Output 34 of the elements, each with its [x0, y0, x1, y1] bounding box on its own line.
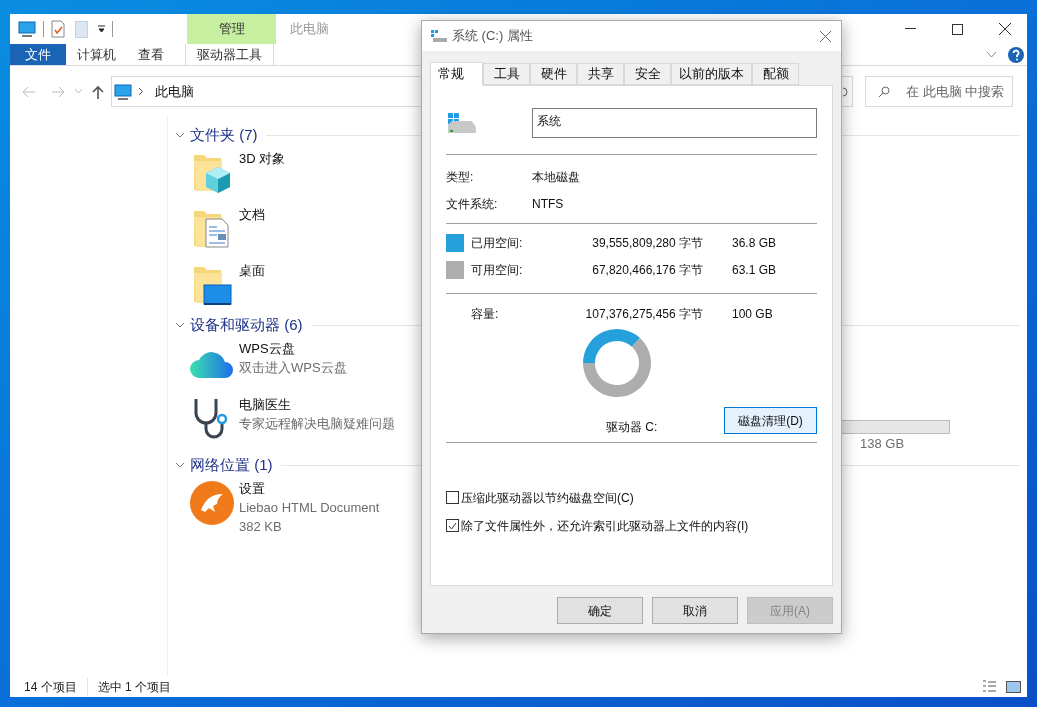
- item-name: WPS云盘: [239, 340, 296, 358]
- drive-label: 驱动器 C:: [606, 419, 658, 436]
- item-name: 电脑医生: [239, 396, 292, 414]
- item-name: 3D 对象: [239, 150, 286, 168]
- capacity-bytes: 107,376,275,456 字节: [584, 306, 703, 323]
- capacity-size: 100 GB: [732, 306, 773, 323]
- info-value: 本地磁盘: [532, 168, 580, 186]
- item-detail: 双击进入WPS云盘: [239, 359, 347, 377]
- usage-label: 已用空间:: [471, 235, 524, 252]
- drive-size: 138 GB: [860, 435, 906, 453]
- usage-size: 36.8 GB: [732, 235, 777, 252]
- usage-label: 可用空间:: [471, 262, 524, 279]
- usage-size: 63.1 GB: [732, 262, 777, 279]
- dialog-title: 系统 (C:) 属性: [452, 27, 533, 46]
- usage-bytes: 67,820,466,176 字节: [591, 262, 703, 279]
- capacity-label: 容量:: [471, 306, 500, 323]
- address-path: 此电脑: [155, 82, 194, 101]
- info-label: 类型:: [446, 168, 475, 186]
- info-value: NTFS: [532, 195, 564, 213]
- item-detail: 382 KB: [239, 518, 283, 536]
- search-placeholder: 在 此电脑 中搜索: [906, 82, 1005, 101]
- option-label: 除了文件属性外，还允许索引此驱动器上文件的内容(I): [461, 517, 749, 535]
- item-name: 文档: [239, 206, 265, 224]
- item-name: 桌面: [239, 262, 265, 280]
- item-detail: Liebao HTML Document: [239, 499, 380, 517]
- item-detail: 专家远程解决电脑疑难问题: [239, 415, 395, 433]
- context-tab-header: 管理: [187, 14, 276, 44]
- item-name: 设置: [239, 480, 266, 498]
- status-text: 选中 1 个项目: [86, 677, 172, 696]
- info-label: 文件系统:: [446, 195, 499, 213]
- usage-bytes: 39,555,809,280 字节: [591, 235, 703, 252]
- window-title: 此电脑: [290, 20, 329, 39]
- status-text: 14 个项目: [24, 678, 77, 696]
- option-label: 压缩此驱动器以节约磁盘空间(C): [461, 489, 634, 507]
